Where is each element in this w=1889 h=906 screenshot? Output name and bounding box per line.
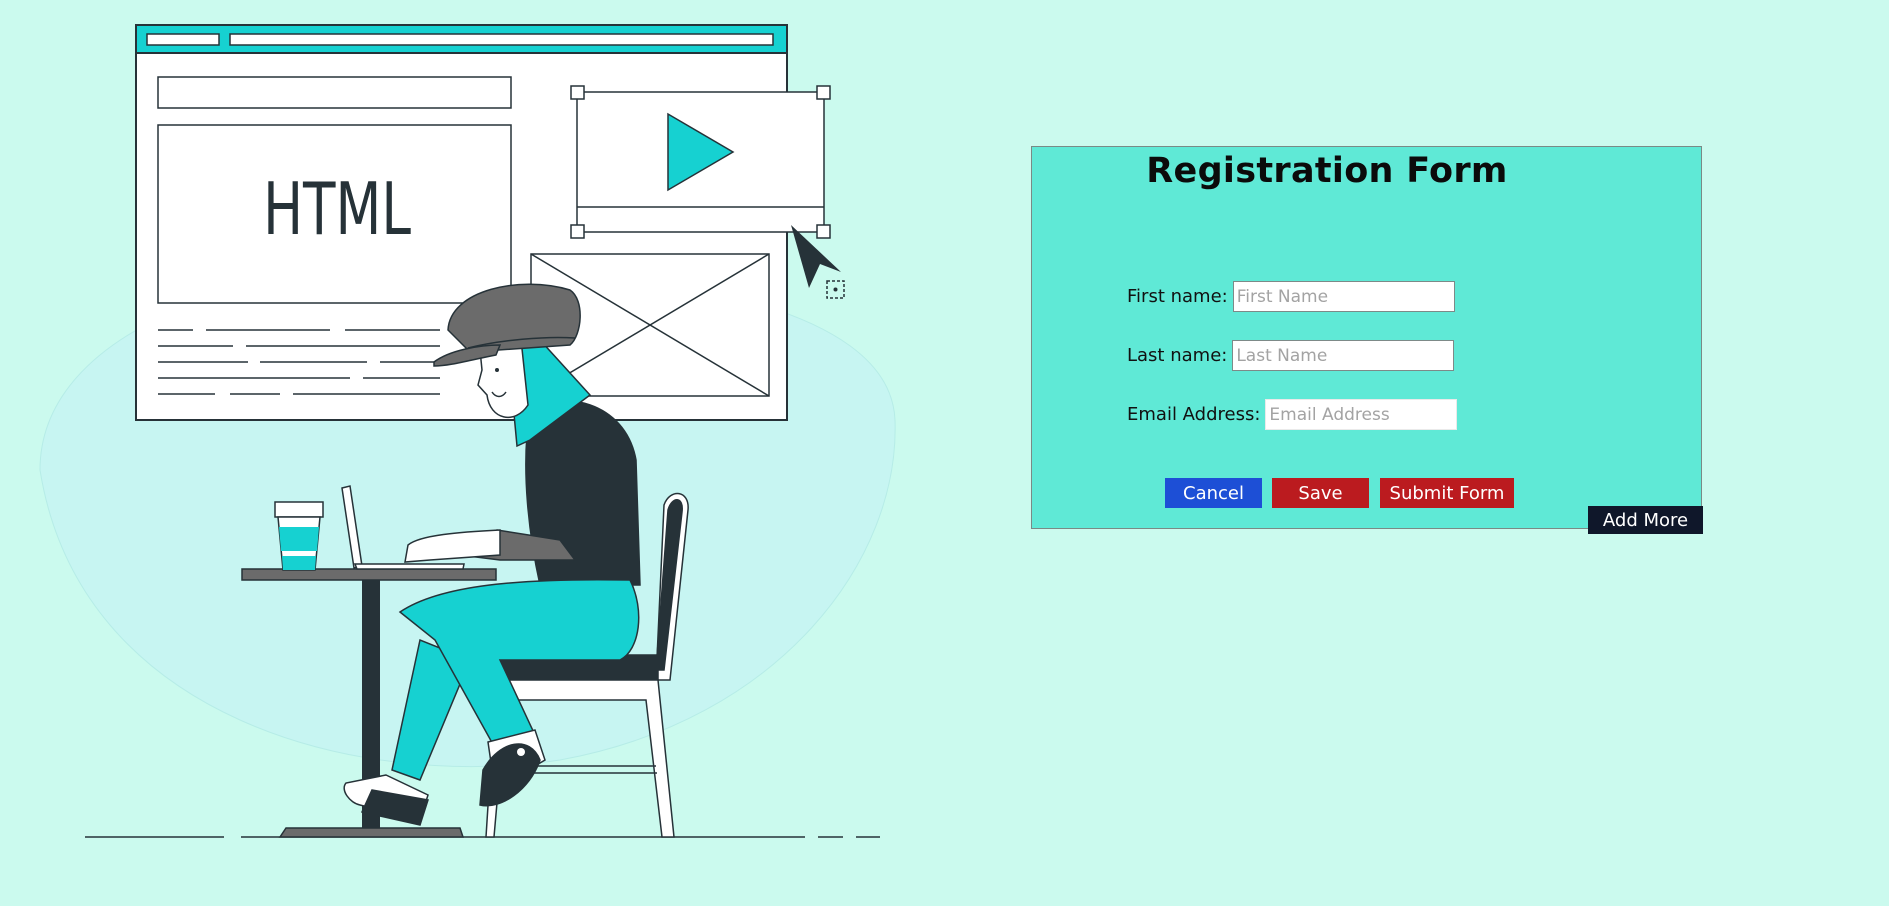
- registration-form-panel: Registration Form First name: Last name:…: [1031, 146, 1703, 534]
- email-input[interactable]: [1265, 399, 1458, 430]
- form-title: Registration Form: [1146, 151, 1508, 191]
- first-name-label: First name:: [1127, 286, 1228, 307]
- email-label: Email Address:: [1127, 404, 1261, 425]
- last-name-row: Last name:: [1127, 340, 1455, 371]
- email-row: Email Address:: [1127, 399, 1458, 430]
- last-name-label: Last name:: [1127, 345, 1228, 366]
- coffee-cup-graphic: [274, 501, 324, 571]
- save-button[interactable]: Save: [1272, 478, 1369, 508]
- first-name-input[interactable]: [1232, 281, 1455, 312]
- submit-form-button[interactable]: Submit Form: [1380, 478, 1514, 508]
- add-more-button[interactable]: Add More: [1588, 506, 1703, 534]
- first-name-row: First name:: [1127, 281, 1455, 312]
- cancel-button[interactable]: Cancel: [1165, 478, 1262, 508]
- web-developer-illustration: HTML: [39, 24, 896, 838]
- html-heading-graphic: HTML: [263, 167, 411, 251]
- last-name-input[interactable]: [1232, 340, 1455, 371]
- cursor-arrow-icon: [791, 225, 841, 288]
